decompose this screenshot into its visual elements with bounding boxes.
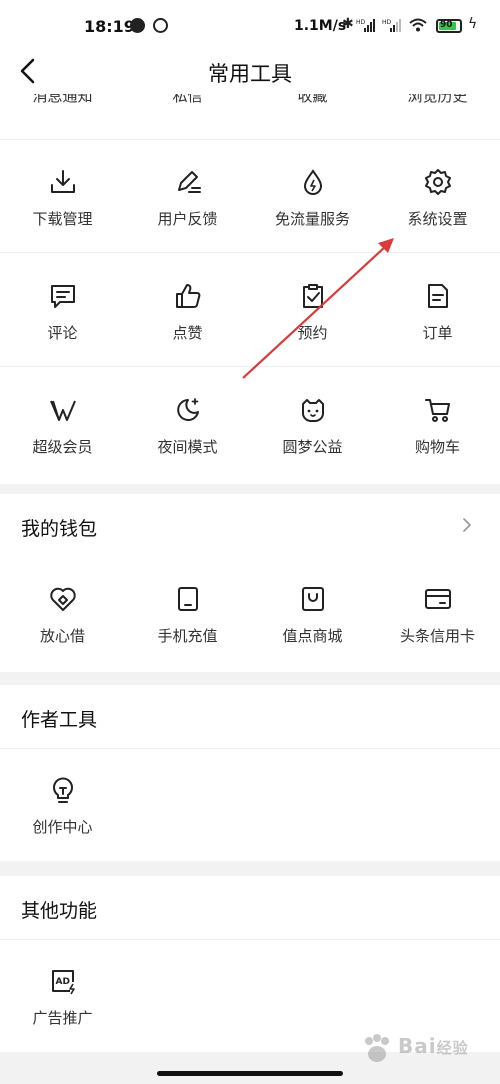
tool-label: 夜间模式 xyxy=(157,438,218,456)
charging-icon: ϟ xyxy=(468,16,478,32)
author-tools-card: 作者工具 创作中心 xyxy=(0,685,500,861)
tool-night-mode[interactable]: 夜间模式 xyxy=(125,396,250,484)
tool-label-partial[interactable]: 收藏 xyxy=(250,94,375,106)
tool-label: 购物车 xyxy=(414,438,460,456)
wallet-card: 我的钱包 放心借 手机充值 值点商城 头条信用卡 xyxy=(0,494,500,672)
tool-label: 放心借 xyxy=(39,627,85,645)
svg-text:HD: HD xyxy=(382,19,392,26)
wallet-item-recharge[interactable]: 手机充值 xyxy=(125,585,250,672)
shopping-bag-icon xyxy=(302,587,324,611)
lightbulb-icon xyxy=(53,777,73,803)
divider xyxy=(0,139,500,140)
author-item-creator-center[interactable]: 创作中心 xyxy=(0,776,125,861)
tool-comments[interactable]: 评论 xyxy=(0,282,125,382)
tool-label: 手机充值 xyxy=(157,627,218,645)
tool-label: 创作中心 xyxy=(32,818,93,836)
tool-label: 免流量服务 xyxy=(274,210,350,228)
divider xyxy=(0,252,500,253)
tool-label-partial[interactable]: 消息通知 xyxy=(0,94,125,106)
tool-label: 广告推广 xyxy=(32,1009,93,1027)
tool-orders[interactable]: 订单 xyxy=(375,282,500,382)
bluetooth-icon: ✱ xyxy=(342,16,354,32)
signal-hd-icon: HD xyxy=(382,19,401,32)
tool-label: 预约 xyxy=(297,324,328,342)
tool-system-settings[interactable]: 系统设置 xyxy=(375,168,500,268)
tool-label: 值点商城 xyxy=(282,627,343,645)
tool-user-feedback[interactable]: 用户反馈 xyxy=(125,168,250,268)
divider xyxy=(0,939,500,940)
tool-shopping-cart[interactable]: 购物车 xyxy=(375,396,500,484)
tool-charity[interactable]: 圆梦公益 xyxy=(250,396,375,484)
clipboard-check-icon xyxy=(303,284,323,308)
credit-card-icon xyxy=(425,589,451,609)
tool-download-manager[interactable]: 下载管理 xyxy=(0,168,125,268)
wallet-title: 我的钱包 xyxy=(21,518,98,540)
ad-icon: AD xyxy=(52,970,75,995)
page-title: 常用工具 xyxy=(208,62,292,86)
tool-label: 评论 xyxy=(47,324,78,342)
document-icon xyxy=(428,284,448,308)
gear-icon xyxy=(425,169,451,195)
network-speed: 1.1M/s xyxy=(294,18,347,34)
tool-data-free-service[interactable]: 免流量服务 xyxy=(250,168,375,268)
tool-label: 用户反馈 xyxy=(157,210,218,228)
watermark-text: Bai经验 xyxy=(398,1034,469,1058)
svg-text:AD: AD xyxy=(56,977,70,987)
comment-icon xyxy=(51,285,75,308)
moon-icon xyxy=(177,398,199,421)
heart-diamond-icon xyxy=(50,587,76,611)
browser-icon xyxy=(130,18,145,33)
status-time: 18:19 xyxy=(84,17,135,36)
battery-icon: 90 xyxy=(436,19,462,33)
svg-text:HD: HD xyxy=(356,19,366,26)
tool-label: 点赞 xyxy=(172,324,203,342)
other-features-card: 其他功能 AD 广告推广 xyxy=(0,876,500,1052)
tool-label: 圆梦公益 xyxy=(282,438,343,456)
tool-label: 下载管理 xyxy=(32,210,93,228)
tool-label: 订单 xyxy=(422,324,453,342)
divider xyxy=(0,748,500,749)
home-indicator[interactable] xyxy=(157,1071,343,1076)
tool-label: 头条信用卡 xyxy=(399,627,475,645)
cart-icon xyxy=(425,399,450,422)
phone-icon xyxy=(178,587,198,611)
drop-icon xyxy=(303,169,323,195)
paw-icon xyxy=(365,1034,389,1062)
tool-label: 超级会员 xyxy=(32,438,93,456)
tool-super-vip[interactable]: 超级会员 xyxy=(0,396,125,484)
divider xyxy=(0,366,500,367)
chevron-right-icon[interactable] xyxy=(460,518,474,532)
tool-likes[interactable]: 点赞 xyxy=(125,282,250,382)
tool-label-partial[interactable]: 浏览历史 xyxy=(375,94,500,106)
battery-level: 90 xyxy=(440,20,453,30)
partial-row: 消息通知 私信 收藏 浏览历史 xyxy=(0,94,500,105)
pen-feedback-icon xyxy=(178,171,201,193)
status-bar: 18:19 1.1M/s ✱ HD HD 90 ϟ xyxy=(0,0,500,52)
tool-label: 系统设置 xyxy=(407,210,468,228)
other-item-ad-promotion[interactable]: AD 广告推广 xyxy=(0,967,125,1052)
header-bar: 常用工具 xyxy=(0,52,500,94)
tool-reservations[interactable]: 预约 xyxy=(250,282,375,382)
wallet-item-mall[interactable]: 值点商城 xyxy=(250,585,375,672)
author-tools-title: 作者工具 xyxy=(21,709,98,731)
watermark-logo: Bai经验 xyxy=(360,1030,490,1070)
cat-face-icon xyxy=(302,399,324,423)
wallet-item-credit-card[interactable]: 头条信用卡 xyxy=(375,585,500,672)
other-features-title: 其他功能 xyxy=(21,900,98,922)
wallet-item-loan[interactable]: 放心借 xyxy=(0,585,125,672)
sync-icon xyxy=(153,18,168,33)
tool-label-partial[interactable]: 私信 xyxy=(125,94,250,106)
signal-hd-icon: HD xyxy=(356,19,375,32)
thumbs-up-icon xyxy=(176,284,201,308)
download-icon xyxy=(51,170,75,193)
wifi-icon xyxy=(409,18,427,32)
vip-icon xyxy=(50,400,76,421)
common-tools-card: 消息通知 私信 收藏 浏览历史 下载管理 用户反馈 免流量服务 系统设置 评论 … xyxy=(0,94,500,484)
